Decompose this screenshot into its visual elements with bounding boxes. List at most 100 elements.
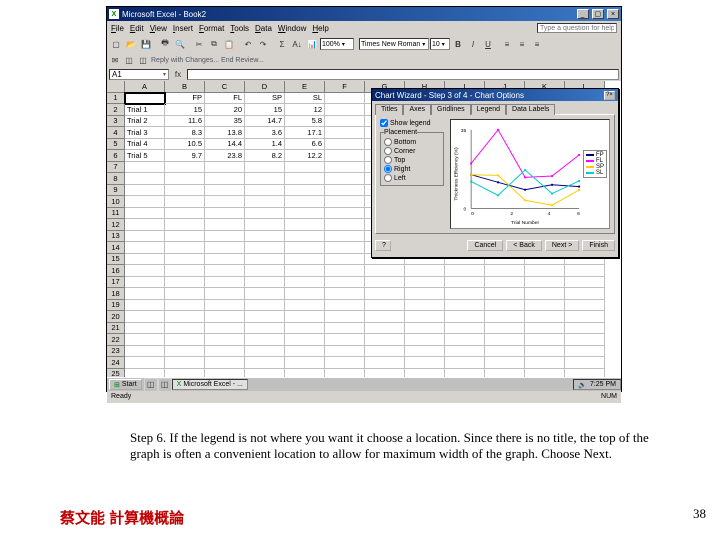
cell[interactable] (245, 242, 285, 254)
cell[interactable] (445, 346, 485, 358)
cell[interactable] (205, 162, 245, 174)
align-right-icon[interactable]: ≡ (530, 37, 544, 51)
quick-launch-icon[interactable]: ◫ (144, 378, 158, 392)
cell[interactable] (325, 242, 365, 254)
cell[interactable] (445, 334, 485, 346)
cell[interactable] (325, 162, 365, 174)
cell[interactable] (485, 346, 525, 358)
cell[interactable] (565, 346, 605, 358)
cell[interactable]: Trial 5 (125, 150, 165, 162)
cell[interactable]: 6.6 (285, 139, 325, 151)
cell[interactable]: 8.2 (245, 150, 285, 162)
cell[interactable] (125, 277, 165, 289)
cell[interactable] (205, 334, 245, 346)
cell[interactable] (565, 357, 605, 369)
cell[interactable] (205, 300, 245, 312)
tray-icon[interactable]: 🔊 (578, 381, 587, 389)
cell[interactable] (325, 254, 365, 266)
cell[interactable] (285, 334, 325, 346)
cell[interactable] (445, 277, 485, 289)
menu-window[interactable]: Window (278, 24, 306, 33)
cell[interactable] (125, 357, 165, 369)
row-header[interactable]: 1 (107, 93, 125, 105)
cell[interactable] (285, 346, 325, 358)
cell[interactable]: 20 (205, 104, 245, 116)
cell[interactable] (245, 219, 285, 231)
cell[interactable]: 14.4 (205, 139, 245, 151)
row-header[interactable]: 14 (107, 242, 125, 254)
row-header[interactable]: 2 (107, 104, 125, 116)
cell[interactable] (325, 346, 365, 358)
cell[interactable] (525, 277, 565, 289)
cell[interactable] (525, 288, 565, 300)
cell[interactable] (525, 300, 565, 312)
cell[interactable] (245, 277, 285, 289)
cell[interactable] (165, 357, 205, 369)
cell[interactable] (125, 346, 165, 358)
cell[interactable] (445, 265, 485, 277)
col-header[interactable]: B (165, 81, 205, 93)
align-center-icon[interactable]: ≡ (515, 37, 529, 51)
cell[interactable] (285, 300, 325, 312)
cell[interactable] (325, 127, 365, 139)
cell[interactable] (325, 185, 365, 197)
cell[interactable] (285, 323, 325, 335)
cell[interactable] (125, 323, 165, 335)
placement-top[interactable]: Top (384, 156, 440, 164)
cell[interactable] (365, 311, 405, 323)
cell[interactable] (125, 162, 165, 174)
cell[interactable] (365, 300, 405, 312)
cell[interactable] (245, 288, 285, 300)
cell[interactable] (205, 369, 245, 378)
cell[interactable] (285, 242, 325, 254)
cell[interactable] (245, 208, 285, 220)
cell[interactable] (125, 288, 165, 300)
cell[interactable] (445, 357, 485, 369)
size-select[interactable]: 10 (430, 38, 450, 50)
chart-icon[interactable]: 📊 (305, 37, 319, 51)
cell[interactable]: SL (285, 93, 325, 105)
placement-bottom[interactable]: Bottom (384, 138, 440, 146)
cell[interactable] (245, 196, 285, 208)
formula-input[interactable] (187, 69, 619, 80)
cell[interactable] (205, 357, 245, 369)
undo-icon[interactable]: ↶ (241, 37, 255, 51)
cell[interactable] (405, 277, 445, 289)
wizard-tab-axes[interactable]: Axes (403, 104, 431, 115)
cell[interactable] (165, 346, 205, 358)
bold-button[interactable]: B (451, 37, 465, 51)
cell[interactable] (325, 323, 365, 335)
cell[interactable] (325, 311, 365, 323)
cell[interactable] (565, 277, 605, 289)
copy-icon[interactable]: ⧉ (207, 37, 221, 51)
cell[interactable] (565, 300, 605, 312)
cell[interactable] (445, 311, 485, 323)
placement-corner[interactable]: Corner (384, 147, 440, 155)
cell[interactable] (565, 323, 605, 335)
row-header[interactable]: 4 (107, 127, 125, 139)
cell[interactable]: 12 (285, 104, 325, 116)
save-icon[interactable]: 💾 (139, 37, 153, 51)
cell[interactable] (525, 334, 565, 346)
cell[interactable] (125, 242, 165, 254)
worksheet-grid[interactable]: ABCDEFGHIJKL1FPFLSPSL2Trial 1152015123Tr… (107, 81, 621, 377)
preview-icon[interactable]: 🔍 (173, 37, 187, 51)
cell[interactable] (285, 162, 325, 174)
cell[interactable]: 11.6 (165, 116, 205, 128)
cell[interactable] (325, 116, 365, 128)
wizard-close-button[interactable]: ?× (604, 91, 615, 100)
row-header[interactable]: 25 (107, 369, 125, 378)
review-icon2[interactable]: ◫ (123, 54, 135, 66)
cell[interactable] (325, 369, 365, 378)
cell[interactable] (525, 346, 565, 358)
cell[interactable] (205, 288, 245, 300)
cell[interactable]: 13.8 (205, 127, 245, 139)
quick-launch-icon[interactable]: ◫ (158, 378, 172, 392)
cell[interactable] (405, 323, 445, 335)
taskbar-task[interactable]: X Microsoft Excel - ... (172, 379, 248, 390)
placement-left[interactable]: Left (384, 174, 440, 182)
sort-icon[interactable]: A↓ (290, 37, 304, 51)
cell[interactable] (365, 346, 405, 358)
cell[interactable] (245, 173, 285, 185)
cell[interactable] (525, 311, 565, 323)
